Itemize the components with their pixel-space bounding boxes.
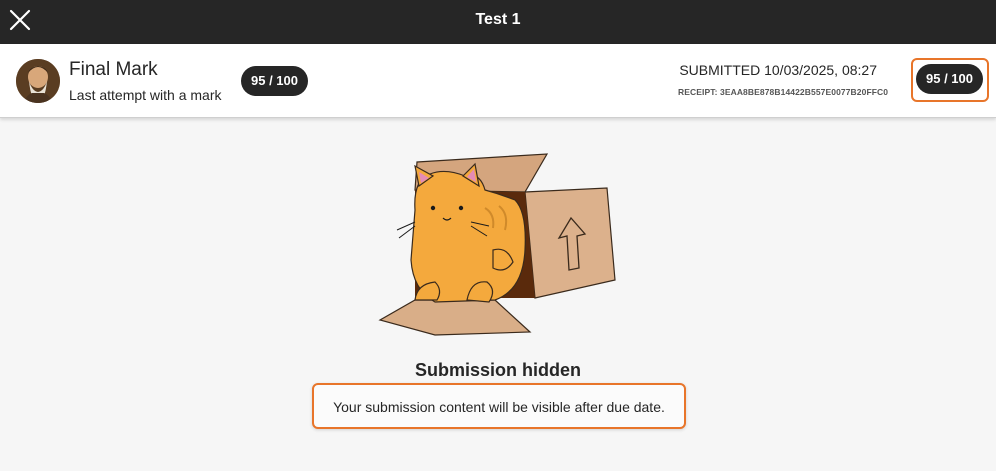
final-mark-title: Final Mark — [69, 59, 158, 80]
final-mark-subtitle: Last attempt with a mark — [69, 87, 222, 103]
final-mark-bar: Final Mark Last attempt with a mark 95 /… — [0, 44, 996, 118]
visibility-message-text: Your submission content will be visible … — [333, 399, 665, 415]
submission-hidden-title: Submission hidden — [414, 360, 581, 380]
page-title: Test 1 — [475, 11, 521, 28]
avatar — [16, 59, 60, 103]
top-bar: Test 1 — [0, 0, 996, 44]
attempt-score-badge[interactable]: 95 / 100 — [916, 64, 983, 94]
submitted-timestamp: SUBMITTED 10/03/2025, 08:27 — [679, 62, 877, 78]
cat-in-box-illustration — [375, 150, 625, 340]
final-score-badge: 95 / 100 — [241, 66, 308, 96]
visibility-message-box[interactable]: Your submission content will be visible … — [312, 383, 686, 429]
receipt-id: RECEIPT: 3EAA8BE878B14422B557E0077B20FFC… — [678, 87, 889, 97]
